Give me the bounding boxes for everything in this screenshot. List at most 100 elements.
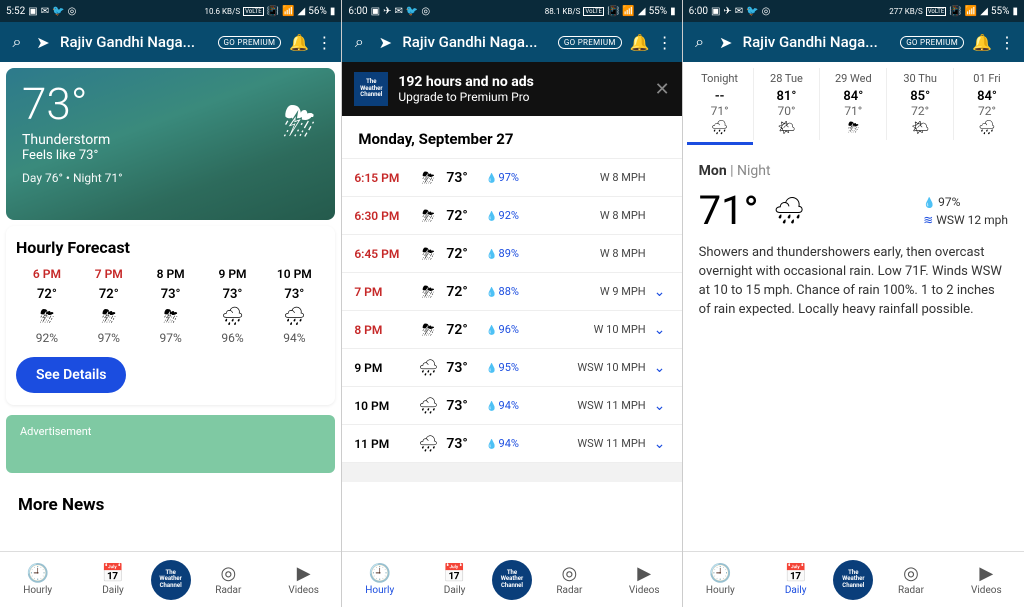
hourly-row[interactable]: 9 PM🌧73°95%WSW 10 MPH⌄	[342, 348, 681, 386]
status-time: 5:52	[6, 6, 25, 17]
more-news-header[interactable]: More News	[6, 483, 335, 527]
hourly-strip[interactable]: 6 PM72°⛈92%7 PM72°⛈97%8 PM73°⛈97%9 PM73°…	[16, 267, 325, 345]
premium-promo-banner[interactable]: The Weather Channel 192 hours and no ads…	[342, 62, 681, 116]
go-premium-pill[interactable]: GO PREMIUM	[558, 36, 622, 49]
hourly-row[interactable]: 11 PM🌧73°94%WSW 11 MPH⌄	[342, 424, 681, 462]
status-bar: 6:00 ▣ ✈ ✉ 🐦 ◎ 277 KB/S VoLTE 📳 📶 ◢ 55% …	[683, 0, 1024, 22]
location-name[interactable]: Rajiv Gandhi Naga...	[743, 33, 893, 51]
location-arrow-icon[interactable]: ➤	[376, 33, 394, 52]
daily-strip[interactable]: Tonight--71°🌧28 Tue81°70°🌤29 Wed84°71°⛈3…	[683, 62, 1024, 142]
signal-icon: ◢	[638, 6, 646, 17]
status-bar: 6:00 ▣ ✈ ✉ 🐦 ◎ 88.1 KB/S VoLTE 📳 📶 ◢ 55%…	[342, 0, 681, 22]
location-arrow-icon[interactable]: ➤	[717, 33, 735, 52]
hourly-row[interactable]: 6:30 PM⛈72°92%W 8 MPH	[342, 196, 681, 234]
day-column[interactable]: 01 Fri84°72°🌧	[954, 68, 1020, 140]
rain-icon: 🌧	[773, 196, 806, 226]
promo-title: 192 hours and no ads	[398, 74, 644, 90]
status-time: 6:00	[689, 6, 708, 17]
net-speed: 88.1 KB/S	[545, 7, 581, 16]
day-column[interactable]: 30 Thu85°72°🌤	[887, 68, 954, 140]
hourly-row[interactable]: 6:45 PM⛈72°89%W 8 MPH	[342, 234, 681, 272]
search-icon[interactable]: ⌕	[691, 32, 709, 52]
clock-icon: 🕘	[683, 563, 758, 584]
feels-like: Feels like 73°	[22, 148, 319, 163]
hourly-row[interactable]: 6:15 PM⛈73°97%W 8 MPH	[342, 158, 681, 196]
nav-hourly[interactable]: 🕘Hourly	[683, 563, 758, 596]
go-premium-pill[interactable]: GO PREMIUM	[900, 36, 964, 49]
bottom-nav: 🕘Hourly 📅Daily The Weather Channel ◎Rada…	[0, 551, 341, 607]
close-icon[interactable]: ✕	[655, 79, 670, 100]
wifi-icon: 📶	[622, 6, 634, 17]
wifi-icon: 📶	[282, 6, 294, 17]
battery-icon: ▮	[1012, 6, 1018, 17]
wifi-icon: 📶	[965, 6, 977, 17]
day-column[interactable]: 29 Wed84°71°⛈	[820, 68, 887, 140]
location-name[interactable]: Rajiv Gandhi Naga...	[402, 33, 550, 51]
day-header: Monday, September 27	[342, 116, 681, 158]
day-detail: Mon | Night 71° 🌧 97% WSW 12 mph Showers…	[683, 145, 1024, 337]
day-column[interactable]: Tonight--71°🌧	[687, 68, 754, 140]
forecast-description: Showers and thundershowers early, then o…	[699, 244, 1008, 319]
vibrate-icon: 📳	[949, 6, 961, 17]
nav-daily[interactable]: 📅Daily	[417, 563, 492, 596]
bell-icon[interactable]: 🔔	[630, 33, 648, 52]
volte-icon: VoLTE	[583, 7, 604, 16]
phone-screen-2: 6:00 ▣ ✈ ✉ 🐦 ◎ 88.1 KB/S VoLTE 📳 📶 ◢ 55%…	[341, 0, 682, 607]
hour-column[interactable]: 10 PM73°🌧94%	[263, 267, 325, 345]
overflow-icon[interactable]: ⋮	[315, 33, 333, 52]
hourly-title: Hourly Forecast	[16, 238, 325, 257]
nav-daily[interactable]: 📅Daily	[758, 563, 833, 596]
ad-slot[interactable]: Advertisement	[6, 415, 335, 473]
nav-twc-button[interactable]: The Weather Channel	[492, 560, 532, 600]
overflow-icon[interactable]: ⋮	[998, 33, 1016, 52]
hour-column[interactable]: 6 PM72°⛈92%	[16, 267, 78, 345]
status-bar: 5:52 ▣ ✉ 🐦 ◎ 10.6 KB/S VoLTE 📳 📶 ◢ 56% ▮	[0, 0, 341, 22]
location-arrow-icon[interactable]: ➤	[34, 33, 52, 52]
nav-videos[interactable]: ▶Videos	[266, 563, 341, 596]
instagram-icon: ◎	[68, 6, 77, 17]
condition-text: Thunderstorm	[22, 132, 319, 148]
nav-videos[interactable]: ▶Videos	[949, 563, 1024, 596]
search-icon[interactable]: ⌕	[8, 32, 26, 52]
radar-icon: ◎	[873, 563, 948, 584]
hour-column[interactable]: 9 PM73°🌧96%	[202, 267, 264, 345]
list-gap	[342, 462, 681, 482]
day-column[interactable]: 28 Tue81°70°🌤	[754, 68, 821, 140]
nav-radar[interactable]: ◎Radar	[873, 563, 948, 596]
current-conditions-card[interactable]: 73° Thunderstorm Feels like 73° Day 76° …	[6, 68, 335, 220]
bell-icon[interactable]: 🔔	[289, 33, 307, 52]
nav-radar[interactable]: ◎Radar	[191, 563, 266, 596]
rain-chance: 97%	[923, 193, 1008, 211]
battery-icon: ▮	[670, 6, 676, 17]
nav-videos[interactable]: ▶Videos	[607, 563, 682, 596]
nav-radar[interactable]: ◎Radar	[532, 563, 607, 596]
battery-pct: 56%	[308, 6, 327, 17]
hourly-row[interactable]: 8 PM⛈72°96%W 10 MPH⌄	[342, 310, 681, 348]
see-details-button[interactable]: See Details	[16, 357, 126, 393]
nav-twc-button[interactable]: The Weather Channel	[151, 560, 191, 600]
hour-column[interactable]: 7 PM72°⛈97%	[78, 267, 140, 345]
overflow-icon[interactable]: ⋮	[656, 33, 674, 52]
chevron-down-icon: ⌄	[654, 322, 670, 338]
nav-daily[interactable]: 📅Daily	[75, 563, 150, 596]
hour-column[interactable]: 8 PM73°⛈97%	[140, 267, 202, 345]
chevron-down-icon: ⌄	[654, 436, 670, 452]
location-name[interactable]: Rajiv Gandhi Naga...	[60, 33, 210, 51]
nav-hourly[interactable]: 🕘Hourly	[0, 563, 75, 596]
bell-icon[interactable]: 🔔	[972, 33, 990, 52]
hourly-row[interactable]: 10 PM🌧73°94%WSW 11 MPH⌄	[342, 386, 681, 424]
chevron-down-icon: ⌄	[654, 398, 670, 414]
vibrate-icon: 📳	[267, 6, 279, 17]
bottom-nav: 🕘Hourly 📅Daily The Weather Channel ◎Rada…	[683, 551, 1024, 607]
nav-hourly[interactable]: 🕘Hourly	[342, 563, 417, 596]
search-icon[interactable]: ⌕	[350, 32, 368, 52]
telegram-icon: ✈	[723, 6, 731, 17]
play-icon: ▶	[266, 563, 341, 584]
phone-screen-3: 6:00 ▣ ✈ ✉ 🐦 ◎ 277 KB/S VoLTE 📳 📶 ◢ 55% …	[683, 0, 1024, 607]
hourly-row[interactable]: 7 PM⛈72°88%W 9 MPH⌄	[342, 272, 681, 310]
go-premium-pill[interactable]: GO PREMIUM	[218, 36, 282, 49]
nav-twc-button[interactable]: The Weather Channel	[833, 560, 873, 600]
detail-temp: 71°	[699, 187, 759, 234]
phone-screen-1: 5:52 ▣ ✉ 🐦 ◎ 10.6 KB/S VoLTE 📳 📶 ◢ 56% ▮…	[0, 0, 341, 607]
day-night: Day 76° • Night 71°	[22, 171, 319, 185]
